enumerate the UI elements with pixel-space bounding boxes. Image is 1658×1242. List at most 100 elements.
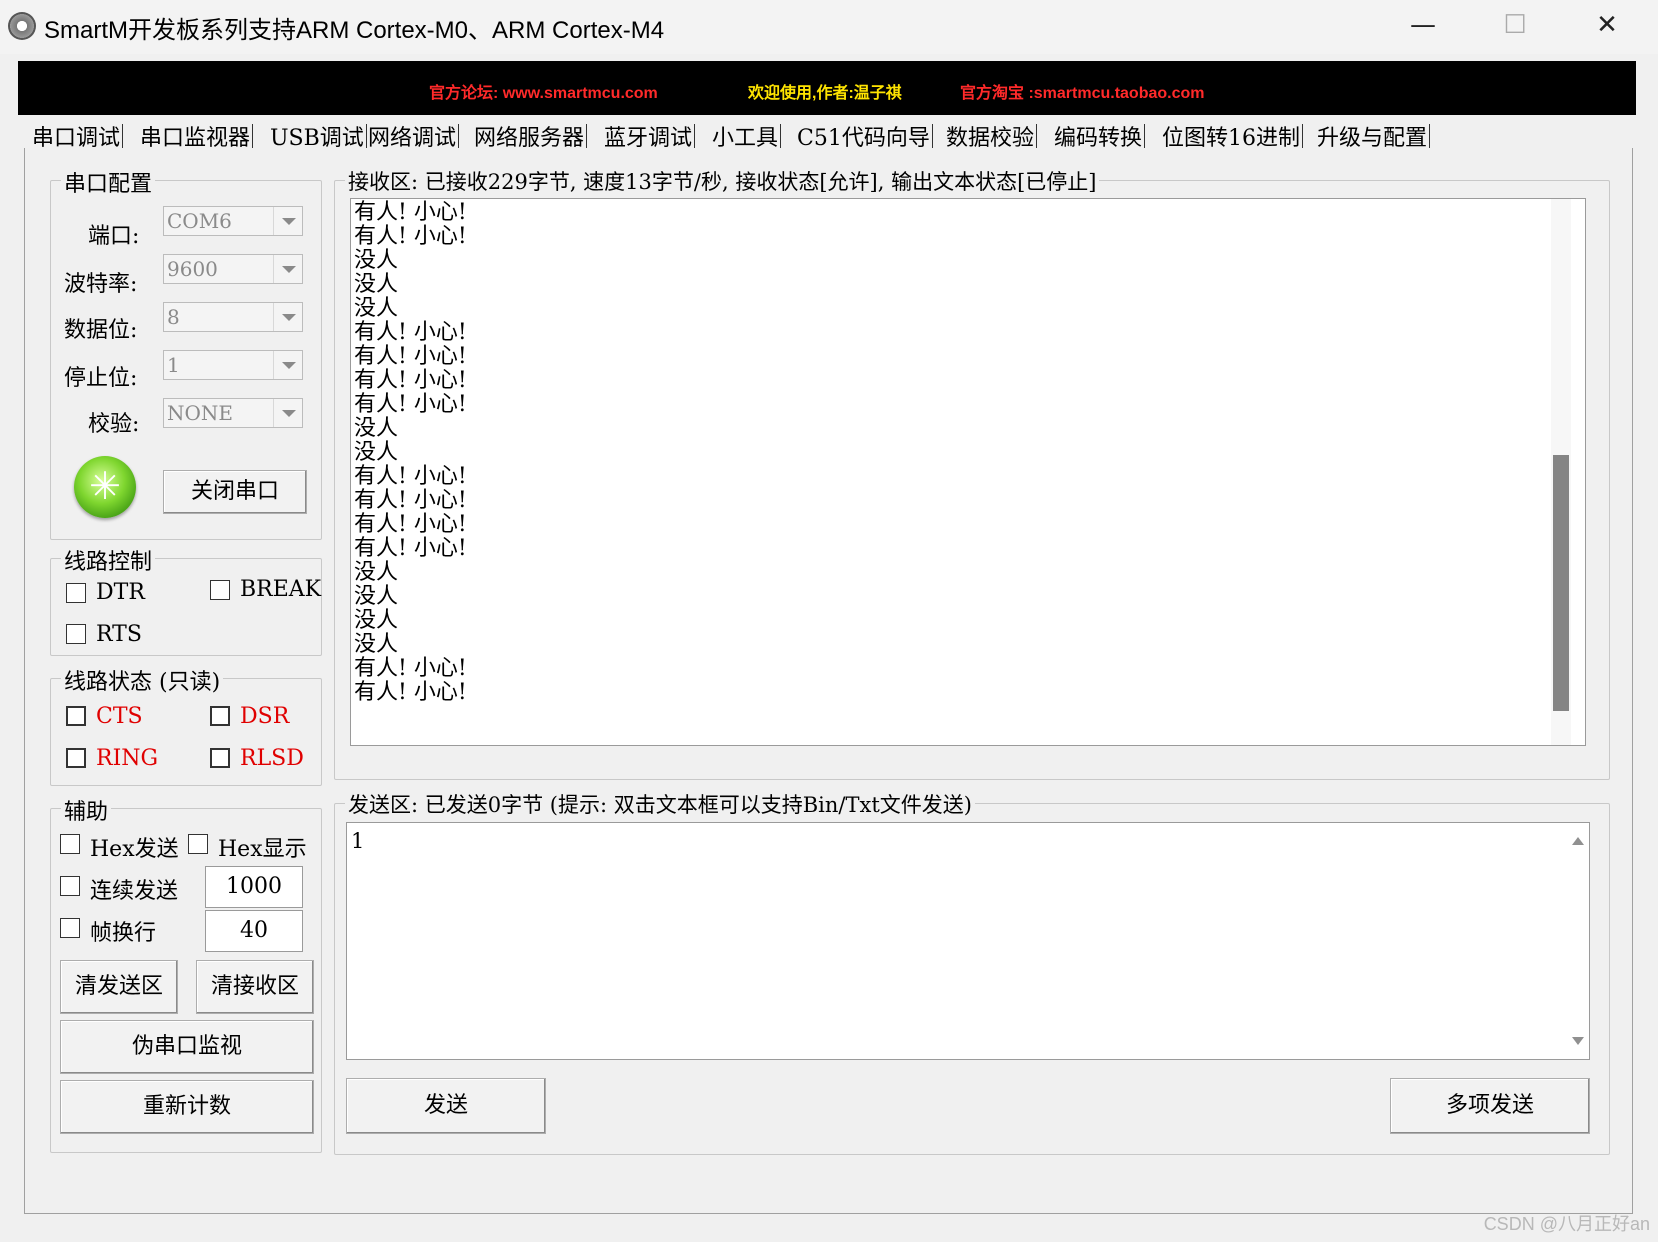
receive-line: 有人! 小心! — [354, 368, 467, 393]
tab-upgrade-config[interactable]: 升级与配置 — [1315, 124, 1431, 148]
receive-line: 有人! 小心! — [354, 488, 467, 513]
send-scrollbar[interactable] — [1569, 823, 1589, 1059]
tab-tools[interactable]: 小工具 — [710, 124, 782, 148]
rts-checkbox[interactable] — [66, 624, 86, 644]
cts-checkbox — [66, 706, 86, 726]
receive-line: 没人 — [354, 584, 399, 609]
receive-scrollbar[interactable] — [1551, 199, 1571, 745]
banner: 官方论坛: www.smartmcu.com 欢迎使用,作者:温子祺 官方淘宝 … — [18, 61, 1636, 115]
cts-label: CTS — [96, 704, 143, 729]
banner-forum: 官方论坛: www.smartmcu.com — [429, 85, 658, 102]
dsr-label: DSR — [240, 704, 290, 729]
clear-receive-button[interactable]: 清接收区 — [196, 960, 314, 1014]
receive-line: 没人 — [354, 296, 399, 321]
baud-select[interactable]: 9600 — [163, 254, 303, 284]
receive-textarea[interactable]: 有人! 小心! 有人! 小心! 没人 没人 没人 有人! 小心! 有人! 小心! 有人! 小心… — [350, 198, 1586, 746]
close-button[interactable]: ✕ — [1572, 0, 1642, 50]
continuous-send-checkbox[interactable] — [60, 876, 80, 896]
maximize-button[interactable]: ☐ — [1480, 0, 1550, 50]
databits-select[interactable]: 8 — [163, 302, 303, 332]
receive-scroll-thumb[interactable] — [1553, 455, 1569, 711]
tab-network-debug[interactable]: 网络调试 — [366, 124, 460, 148]
ring-checkbox — [66, 748, 86, 768]
close-port-button[interactable]: 关闭串口 — [163, 470, 307, 514]
banner-welcome: 欢迎使用,作者:温子祺 — [748, 85, 902, 102]
clear-send-button[interactable]: 清发送区 — [60, 960, 178, 1014]
chevron-down-icon[interactable] — [273, 207, 302, 235]
receive-line: 有人! 小心! — [354, 680, 467, 705]
hex-send-label: Hex发送 — [90, 837, 179, 862]
receive-line: 没人 — [354, 272, 399, 297]
tab-c51-wizard[interactable]: C51代码向导 — [795, 124, 933, 148]
break-checkbox[interactable] — [210, 580, 230, 600]
tab-serial-debug[interactable]: 串口调试 — [30, 124, 124, 148]
tab-serial-monitor[interactable]: 串口监视器 — [138, 124, 254, 148]
multi-send-button[interactable]: 多项发送 — [1390, 1078, 1590, 1134]
baud-label: 波特率: — [64, 272, 138, 297]
receive-line: 没人 — [354, 416, 399, 441]
recount-button[interactable]: 重新计数 — [60, 1080, 314, 1134]
stopbits-value: 1 — [167, 353, 180, 377]
continuous-interval-input[interactable]: 1000 — [205, 866, 303, 908]
port-select[interactable]: COM6 — [163, 206, 303, 236]
receive-title: 接收区: 已接收229字节, 速度13字节/秒, 接收状态[允许], 输出文本状… — [345, 166, 1100, 196]
dsr-checkbox — [210, 706, 230, 726]
receive-lines: 有人! 小心! 有人! 小心! 没人 没人 没人 有人! 小心! 有人! 小心! 有人! 小心… — [354, 201, 467, 705]
receive-line: 有人! 小心! — [354, 536, 467, 561]
pseudo-monitor-button[interactable]: 伪串口监视 — [60, 1020, 314, 1074]
receive-line: 没人 — [354, 248, 399, 273]
frame-value-input[interactable]: 40 — [205, 910, 303, 952]
ring-label: RING — [96, 746, 159, 771]
hex-display-checkbox[interactable] — [188, 834, 208, 854]
chevron-down-icon[interactable] — [273, 399, 302, 427]
scroll-down-arrow-icon[interactable] — [1572, 1037, 1584, 1045]
hex-send-checkbox[interactable] — [60, 834, 80, 854]
receive-line: 没人 — [354, 440, 399, 465]
serial-config-title: 串口配置 — [61, 166, 156, 198]
receive-line: 有人! 小心! — [354, 224, 467, 249]
chevron-down-icon[interactable] — [273, 351, 302, 379]
hex-display-label: Hex显示 — [218, 837, 307, 862]
banner-taobao: 官方淘宝 :smartmcu.taobao.com — [960, 85, 1205, 102]
tab-network-server[interactable]: 网络服务器 — [472, 124, 588, 148]
chevron-down-icon[interactable] — [273, 255, 302, 283]
gear-app-icon — [8, 12, 36, 40]
send-title: 发送区: 已发送0字节 (提示: 双击文本框可以支持Bin/Txt文件发送) — [345, 789, 975, 819]
scroll-up-arrow-icon[interactable] — [1572, 837, 1584, 845]
app-window: SmartM开发板系列支持ARM Cortex-M0、ARM Cortex-M4… — [0, 0, 1658, 1242]
chevron-down-icon[interactable] — [273, 303, 302, 331]
tab-data-check[interactable]: 数据校验 — [944, 124, 1038, 148]
line-status-title: 线路状态 (只读) — [61, 664, 224, 696]
receive-line: 没人 — [354, 560, 399, 585]
tab-strip: 串口调试 串口监视器 USB调试 网络调试 网络服务器 蓝牙调试 小工具 C51… — [30, 124, 1450, 148]
send-button[interactable]: 发送 — [346, 1078, 546, 1134]
frame-newline-checkbox[interactable] — [60, 918, 80, 938]
parity-value: NONE — [167, 401, 233, 425]
line-control-group: 线路控制 — [50, 544, 322, 656]
window-title: SmartM开发板系列支持ARM Cortex-M0、ARM Cortex-M4 — [44, 17, 665, 44]
tab-usb-debug[interactable]: USB调试 — [268, 124, 367, 148]
port-label: 端口: — [88, 224, 140, 249]
parity-select[interactable]: NONE — [163, 398, 303, 428]
receive-line: 有人! 小心! — [354, 512, 467, 537]
receive-line: 有人! 小心! — [354, 656, 467, 681]
tab-bitmap-hex[interactable]: 位图转16进制 — [1160, 124, 1303, 148]
rts-label: RTS — [96, 622, 142, 647]
dtr-label: DTR — [96, 580, 145, 605]
watermark: CSDN @八月正好an — [1483, 1214, 1650, 1234]
tab-bluetooth-debug[interactable]: 蓝牙调试 — [602, 124, 696, 148]
aux-title: 辅助 — [61, 794, 112, 826]
send-content: 1 — [351, 829, 365, 853]
tab-encoding[interactable]: 编码转换 — [1052, 124, 1146, 148]
databits-value: 8 — [167, 305, 180, 329]
dtr-checkbox[interactable] — [66, 583, 86, 603]
rlsd-label: RLSD — [240, 746, 304, 771]
receive-line: 没人 — [354, 632, 399, 657]
line-control-title: 线路控制 — [61, 544, 156, 576]
port-value: COM6 — [167, 209, 232, 233]
minimize-button[interactable]: — — [1388, 0, 1458, 50]
send-textarea[interactable]: 1 — [346, 822, 1590, 1060]
stopbits-select[interactable]: 1 — [163, 350, 303, 380]
title-bar: SmartM开发板系列支持ARM Cortex-M0、ARM Cortex-M4… — [0, 0, 1658, 54]
rlsd-checkbox — [210, 748, 230, 768]
